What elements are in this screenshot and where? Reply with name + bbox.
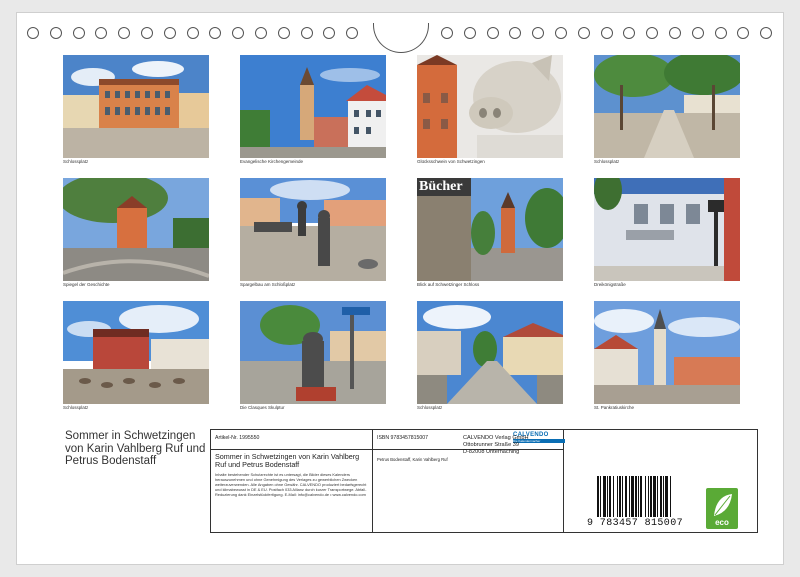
photo-spargelbau xyxy=(240,178,386,281)
binding-ring xyxy=(141,27,153,39)
photo-caption: Spargelbau am Schloßplatz xyxy=(240,282,296,287)
photo-caption: Evangelische Kirchengemeinde xyxy=(240,159,304,164)
binding-ring xyxy=(691,27,704,39)
photo-caption: Schlossplatz xyxy=(417,405,443,410)
authors: Petrus Bodenstaff, Karin Vahlberg Ruf xyxy=(377,457,448,462)
legal-notice: Inhalte bestehender Schutzrechte ist es … xyxy=(215,472,367,497)
photo-evangelische-kirche xyxy=(240,55,386,158)
binding-ring xyxy=(737,27,750,39)
binding-ring xyxy=(346,27,359,39)
photo-schlossplatz-2 xyxy=(594,55,740,158)
photo-schlossplatz-1 xyxy=(63,55,209,158)
hanger-hook xyxy=(373,23,429,53)
photo-gluecksschwein xyxy=(417,55,563,158)
binding-ring xyxy=(255,27,267,39)
binding-ring xyxy=(600,27,613,39)
binding-ring xyxy=(646,27,659,39)
binding-ring xyxy=(532,27,545,39)
photo-clasques-skulptur xyxy=(240,301,386,404)
photo-schlossplatz-4 xyxy=(417,301,563,404)
binding-ring xyxy=(714,27,727,39)
binding-ring xyxy=(323,27,336,39)
photo-schlossplatz-3 xyxy=(63,301,209,404)
publisher: CALVENDO Verlag GmbH xyxy=(463,435,529,441)
binding-ring xyxy=(441,27,453,39)
isbn-barcode: 9 783457 815007 xyxy=(587,476,697,529)
photo-caption: Schlossplatz xyxy=(63,159,89,164)
binding-ring xyxy=(72,27,85,39)
binding-ring xyxy=(163,27,176,39)
eco-label: eco xyxy=(715,518,729,527)
binding-ring xyxy=(49,27,62,39)
photo-caption: Glücksschwein von Schwetzingen xyxy=(417,159,485,164)
binding-ring xyxy=(623,27,636,39)
binding-ring xyxy=(232,27,245,39)
binding-ring xyxy=(300,27,313,39)
photo-caption: Dreikönigstraße xyxy=(594,282,626,287)
binding-ring xyxy=(669,27,681,39)
photo-dreikoenigstrasse xyxy=(594,178,740,281)
binding-ring xyxy=(555,27,567,39)
binding-ring xyxy=(486,27,499,39)
barcode-digits: 9 783457 815007 xyxy=(587,518,684,529)
photo-caption: Schlossplatz xyxy=(63,405,89,410)
binding-ring xyxy=(118,27,131,39)
binding-ring xyxy=(277,27,290,39)
binding-ring xyxy=(209,27,222,39)
photo-caption: St. Pankratiuskirche xyxy=(594,405,635,410)
photo-st-pankratiuskirche xyxy=(594,301,740,404)
calendar-back-page: Schlossplatz Evangelische Kirchengemeind… xyxy=(16,12,784,565)
calendar-title: Sommer in Schwetzingen von Karin Vahlber… xyxy=(65,430,206,468)
binding-ring xyxy=(186,27,199,39)
photo-caption: Schlossplatz xyxy=(594,159,620,164)
imprint-subtitle: Sommer in Schwetzingen von Karin Vahlber… xyxy=(215,452,360,469)
publisher-city: D-82008 Unterhaching xyxy=(463,449,520,455)
binding-ring xyxy=(760,27,773,39)
spiral-binding xyxy=(17,23,785,53)
binding-ring xyxy=(27,27,39,39)
photo-spiegel-der-geschichte xyxy=(63,178,209,281)
publisher-street: Ottobrunner Straße 39 xyxy=(463,442,519,448)
binding-ring xyxy=(95,27,108,39)
photo-caption: Die Clasques Skulptur xyxy=(240,405,285,410)
binding-ring xyxy=(463,27,476,39)
eco-badge: eco xyxy=(706,488,738,529)
isbn: ISBN 9783457815007 xyxy=(377,435,429,441)
photo-caption: Spiegel der Geschichte xyxy=(63,282,110,287)
article-number: Artikel-Nr. 1995550 xyxy=(215,435,260,441)
binding-ring xyxy=(577,27,590,39)
photo-blick-auf-schloss: Bücher xyxy=(417,178,563,281)
photo-caption: Blick auf Schwetzinger Schloss xyxy=(417,282,480,287)
barcode-bars xyxy=(597,476,671,517)
binding-ring xyxy=(509,27,522,39)
shop-sign: Bücher xyxy=(419,179,463,194)
